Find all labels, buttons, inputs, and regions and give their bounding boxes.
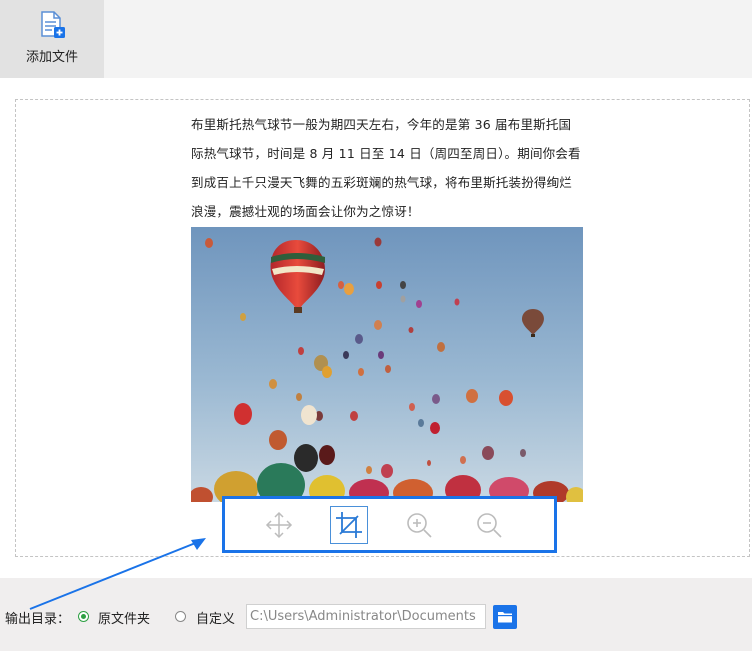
zoom-out-icon bbox=[477, 513, 502, 538]
zoom-out-button[interactable] bbox=[470, 506, 508, 544]
folder-icon bbox=[498, 612, 512, 623]
add-document-icon bbox=[41, 11, 65, 38]
zoom-in-icon bbox=[407, 513, 432, 538]
output-path-field[interactable] bbox=[246, 604, 486, 629]
move-tool-button[interactable] bbox=[260, 506, 298, 544]
browse-folder-button[interactable] bbox=[493, 605, 517, 629]
custom-label[interactable]: 自定义 bbox=[196, 608, 235, 627]
zoom-in-button[interactable] bbox=[400, 506, 438, 544]
document-preview: 布里斯托热气球节一般为期四天左右，今年的是第 36 届布里斯托国 际热气球节，时… bbox=[15, 99, 750, 557]
radio-original-folder[interactable] bbox=[78, 611, 89, 622]
text-line: 到成百上千只漫天飞舞的五彩斑斓的热气球，将布里斯托装扮得绚烂 bbox=[191, 175, 573, 190]
top-toolbar: 添加文件 bbox=[0, 0, 752, 78]
hot-air-balloons-photo[interactable] bbox=[191, 227, 583, 502]
crop-tool-button[interactable] bbox=[330, 506, 368, 544]
document-text: 布里斯托热气球节一般为期四天左右，今年的是第 36 届布里斯托国 际热气球节，时… bbox=[191, 110, 591, 226]
original-folder-label[interactable]: 原文件夹 bbox=[98, 608, 150, 627]
output-directory-label: 输出目录： bbox=[5, 612, 71, 627]
crop-icon bbox=[336, 512, 362, 538]
text-line: 际热气球节，时间是 8 月 11 日至 14 日（周四至周日）。期间你会看 bbox=[191, 146, 581, 161]
image-toolbar bbox=[222, 496, 557, 553]
text-line: 布里斯托热气球节一般为期四天左右，今年的是第 36 届布里斯托国 bbox=[191, 117, 572, 132]
add-file-button[interactable]: 添加文件 bbox=[0, 0, 104, 78]
output-settings-bar: 输出目录： 原文件夹 自定义 bbox=[0, 578, 752, 651]
text-line: 浪漫，震撼壮观的场面会让你为之惊讶！ bbox=[191, 204, 420, 219]
radio-custom[interactable] bbox=[175, 611, 186, 622]
add-file-label: 添加文件 bbox=[25, 50, 78, 65]
move-arrows-icon bbox=[265, 511, 293, 539]
